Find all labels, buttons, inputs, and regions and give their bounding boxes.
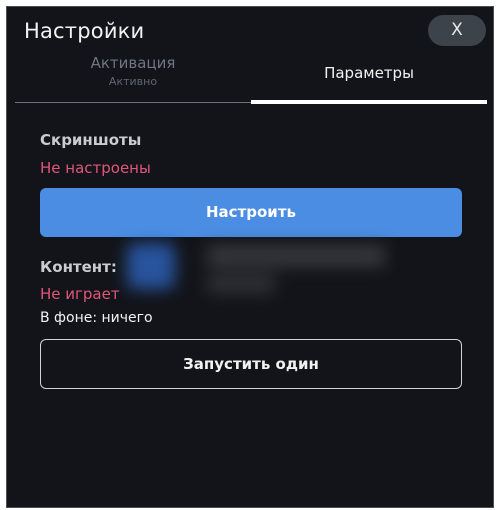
blurred-overlay-image bbox=[115, 229, 405, 309]
tab-divider bbox=[15, 102, 251, 103]
settings-window: Настройки X Активация Активно Параметры … bbox=[6, 6, 494, 508]
content-section-label: Контент: bbox=[40, 258, 117, 276]
tab-activation-label: Активация bbox=[90, 54, 176, 72]
screenshots-status: Не настроены bbox=[40, 159, 151, 177]
tab-activation[interactable]: Активация Активно bbox=[15, 53, 251, 103]
tab-parameters[interactable]: Параметры bbox=[251, 53, 487, 103]
screenshots-section-label: Скриншоты bbox=[40, 131, 142, 149]
active-tab-indicator bbox=[251, 100, 487, 104]
window-title: Настройки bbox=[24, 19, 145, 43]
tab-parameters-label: Параметры bbox=[324, 64, 414, 82]
tab-bar: Активация Активно Параметры bbox=[15, 53, 487, 104]
content-status: Не играет bbox=[40, 285, 120, 303]
background-status: В фоне: ничего bbox=[40, 310, 153, 326]
close-button[interactable]: X bbox=[428, 15, 486, 46]
tab-activation-status: Активно bbox=[108, 75, 158, 88]
run-once-button[interactable]: Запустить один bbox=[40, 339, 462, 389]
